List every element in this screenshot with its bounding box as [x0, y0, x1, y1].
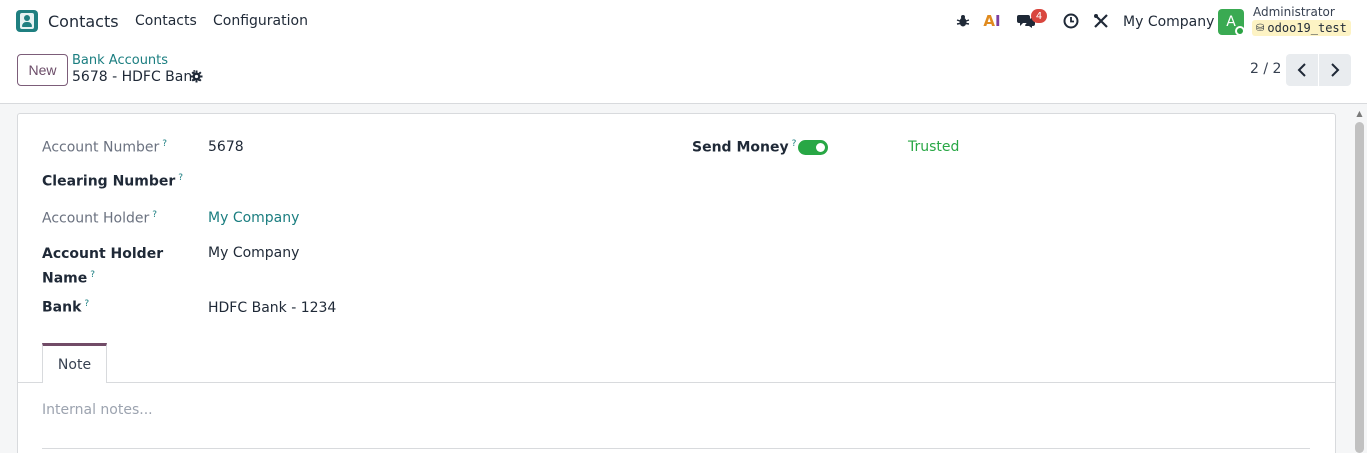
account-holder-label: Account Holder? — [42, 210, 157, 227]
user-name[interactable]: Administrator — [1253, 5, 1335, 19]
account-holder-name-field[interactable]: My Company — [208, 245, 299, 261]
breadcrumb-bank-accounts[interactable]: Bank Accounts — [72, 53, 168, 68]
pager-previous-button[interactable] — [1286, 54, 1318, 86]
new-button[interactable]: New — [17, 54, 68, 86]
database-tag: ⛁ odoo19_test — [1252, 20, 1351, 36]
tab-note[interactable]: Note — [42, 343, 107, 383]
database-name: odoo19_test — [1267, 21, 1347, 35]
gear-icon[interactable] — [190, 70, 203, 87]
contacts-app-icon[interactable] — [16, 10, 38, 32]
help-tooltip-icon[interactable]: ? — [178, 173, 183, 183]
account-number-label: Account Number? — [42, 139, 167, 156]
ai-icon-letter-a: A — [983, 12, 995, 30]
scroll-up-arrow-icon[interactable]: ▲ — [1355, 110, 1364, 118]
form-sheet — [17, 113, 1336, 453]
help-tooltip-icon[interactable]: ? — [162, 139, 167, 149]
company-switcher[interactable]: My Company — [1123, 14, 1214, 30]
account-holder-name-label: Account Holder Name? — [42, 246, 164, 287]
help-tooltip-icon[interactable]: ? — [90, 270, 95, 280]
help-tooltip-icon[interactable]: ? — [152, 210, 157, 220]
ai-icon[interactable]: AI — [983, 12, 1001, 30]
send-money-label: Send Money? — [692, 139, 797, 156]
menu-item-configuration[interactable]: Configuration — [213, 13, 308, 29]
control-panel: New Bank Accounts 5678 - HDFC Bank 2 / 2 — [0, 44, 1367, 104]
internal-notes-input[interactable]: Internal notes... — [42, 402, 153, 418]
top-navbar: Contacts Contacts Configuration AI 4 My … — [0, 0, 1367, 44]
send-money-toggle[interactable] — [798, 140, 828, 155]
bank-label: Bank? — [42, 299, 90, 316]
user-online-status — [1235, 26, 1245, 36]
database-icon: ⛁ — [1256, 22, 1265, 34]
pager-next-button[interactable] — [1319, 54, 1351, 86]
account-holder-field[interactable]: My Company — [208, 210, 299, 226]
chat-count-badge: 4 — [1031, 9, 1047, 23]
bank-field[interactable]: HDFC Bank - 1234 — [208, 300, 336, 316]
activity-clock-icon[interactable] — [1062, 12, 1080, 30]
send-money-status: Trusted — [908, 139, 960, 155]
help-tooltip-icon[interactable]: ? — [792, 139, 797, 149]
notes-underline — [42, 448, 1310, 449]
tabs-divider — [18, 382, 1335, 383]
tools-icon[interactable] — [1092, 12, 1110, 30]
debug-bug-icon[interactable] — [954, 12, 972, 30]
toggle-knob — [816, 143, 825, 152]
ai-icon-letter-i: I — [995, 12, 1001, 30]
account-number-field[interactable]: 5678 — [208, 139, 244, 155]
pager-value[interactable]: 2 / 2 — [1250, 61, 1281, 77]
breadcrumb-current-record: 5678 - HDFC Bank — [72, 69, 201, 85]
help-tooltip-icon[interactable]: ? — [84, 299, 89, 309]
vertical-scrollbar[interactable] — [1355, 122, 1364, 453]
clearing-number-label: Clearing Number? — [42, 173, 184, 190]
menu-item-contacts[interactable]: Contacts — [135, 13, 197, 29]
app-name[interactable]: Contacts — [48, 12, 119, 31]
